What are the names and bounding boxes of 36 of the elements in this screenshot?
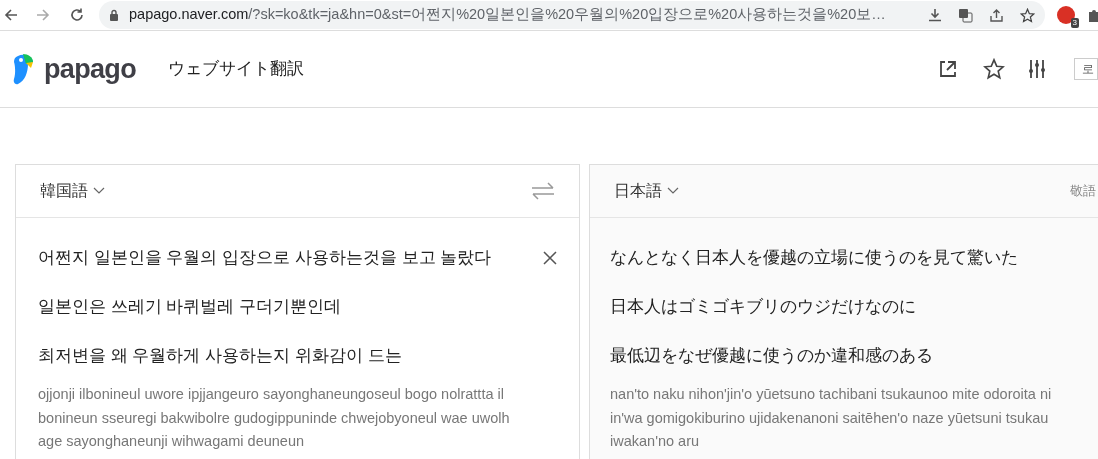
translated-sentence: 最低辺をなぜ優越に使うのか違和感のある bbox=[610, 345, 933, 367]
source-sentence: 일본인은 쓰레기 바퀴벌레 구더기뿐인데 bbox=[38, 296, 342, 318]
romanization-line: bonineun sseuregi bakwibolre gudogippuninde chwejobyoneul wae uwolh bbox=[38, 408, 510, 428]
honorific-toggle[interactable]: 敬語 bbox=[1070, 181, 1096, 201]
romanization-line: ojjonji ilbonineul uwore ipjjangeuro sayonghaneungoseul bogo nolrattta il bbox=[38, 385, 504, 404]
login-button[interactable]: 로 bbox=[1074, 58, 1098, 80]
lock-icon bbox=[109, 9, 119, 21]
extension-badge: 3 bbox=[1070, 18, 1079, 28]
download-icon[interactable] bbox=[928, 8, 942, 22]
back-icon[interactable] bbox=[4, 8, 18, 22]
star-icon[interactable] bbox=[983, 58, 1005, 80]
page-title: ウェブサイト翻訳 bbox=[167, 58, 304, 81]
translated-sentence: 日本人はゴミゴキブリのウジだけなのに bbox=[610, 296, 916, 318]
equalizer-icon[interactable] bbox=[1028, 59, 1046, 79]
language-dropdown[interactable]: 日本語 bbox=[614, 179, 679, 203]
romanization-line: age sayonghaneunji wihwagami deuneun bbox=[38, 432, 305, 451]
translate-icon[interactable] bbox=[958, 7, 973, 23]
parrot-logo-icon bbox=[12, 53, 36, 85]
language-dropdown[interactable]: 韓国語 bbox=[40, 179, 105, 203]
translated-sentence: なんとなく日本人を優越の立場に使うのを見て驚いた bbox=[610, 247, 1018, 269]
romanization-line: in'wa gomigokiburino ujidakenanoni saitēhen'o naze yūetsuni tsukau bbox=[610, 408, 1049, 428]
source-sentence: 최저변을 왜 우월하게 사용하는지 위화감이 드는 bbox=[38, 345, 402, 367]
open-in-new-icon[interactable] bbox=[938, 59, 958, 79]
star-icon[interactable] bbox=[1020, 7, 1035, 23]
romanization-line: iwakan'no aru bbox=[610, 432, 700, 451]
close-icon[interactable] bbox=[543, 251, 557, 265]
romanization-line: nan'to naku nihon'jin'o yūetsuno tachibani tsukaunoo mite odoroita ni bbox=[610, 385, 1052, 404]
logo-text: papago bbox=[44, 52, 136, 86]
chevron-down-icon bbox=[667, 187, 679, 195]
swap-icon[interactable] bbox=[531, 182, 555, 200]
url-text: papago.naver.com/?sk=ko&tk=ja&hn=0&st=어쩐지%20일본인을%20우월의%20입장으로%20사용하는것을%20보… bbox=[129, 5, 886, 25]
chevron-down-icon bbox=[93, 187, 105, 195]
reload-icon[interactable] bbox=[69, 7, 85, 23]
source-sentence: 어쩐지 일본인을 우월의 입장으로 사용하는것을 보고 놀랐다 bbox=[38, 247, 492, 269]
address-bar[interactable]: papago.naver.com/?sk=ko&tk=ja&hn=0&st=어쩐지%20일본인을%20우월의%20입장으로%20사용하는것을%20보… bbox=[99, 1, 1045, 29]
share-icon[interactable] bbox=[989, 7, 1004, 23]
